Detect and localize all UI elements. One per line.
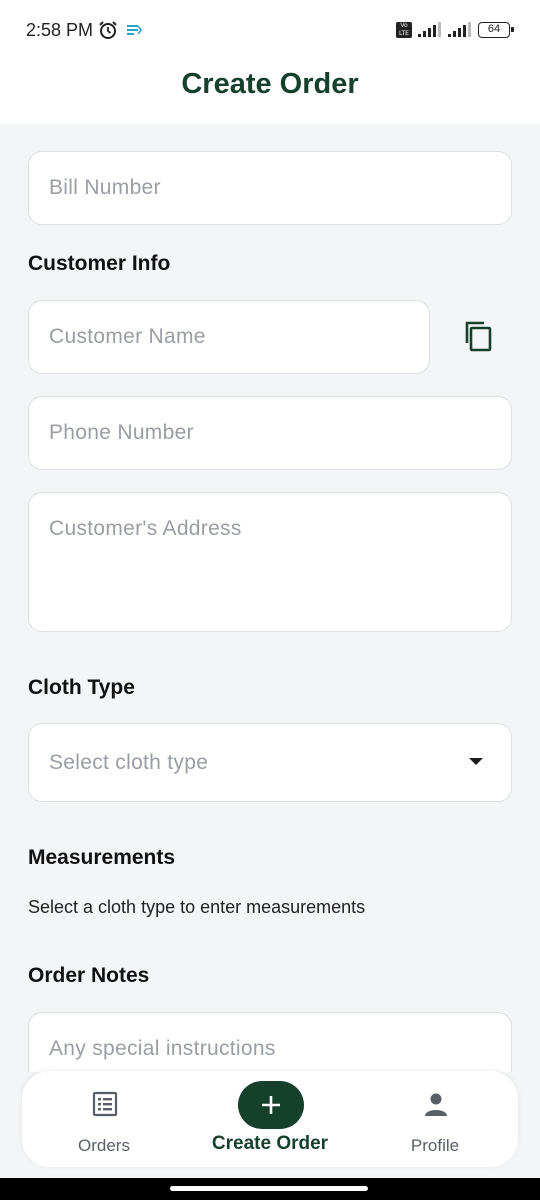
cloth-type-dropdown[interactable]: Select cloth type: [28, 723, 512, 802]
nav-label-create-order: Create Order: [211, 1133, 329, 1154]
bottom-navigation: Orders Create Order Profile: [22, 1071, 518, 1167]
cloth-type-placeholder: Select cloth type: [49, 751, 209, 774]
customer-address-field[interactable]: Customer's Address: [28, 492, 512, 632]
nav-label-orders: Orders: [78, 1136, 130, 1155]
order-notes-field[interactable]: Any special instructions: [28, 1012, 512, 1072]
copy-icon[interactable]: [462, 320, 496, 354]
app-header: Create Order: [0, 60, 540, 124]
alarm-icon: [99, 21, 117, 39]
list-icon: [92, 1091, 118, 1117]
phone-number-placeholder: Phone Number: [49, 421, 194, 444]
customer-info-heading: Customer Info: [28, 252, 171, 275]
nav-item-profile[interactable]: Profile: [355, 1071, 515, 1167]
home-gesture-handle[interactable]: [170, 1186, 368, 1191]
plus-icon: [262, 1096, 280, 1114]
bill-number-placeholder: Bill Number: [49, 176, 161, 199]
order-notes-heading: Order Notes: [28, 964, 150, 987]
customer-address-placeholder: Customer's Address: [49, 517, 242, 540]
system-gesture-bar: [0, 1178, 540, 1200]
status-bar: 2:58 PM Vo LTE 64: [0, 0, 540, 60]
bill-number-field[interactable]: Bill Number: [28, 151, 512, 225]
nav-item-orders[interactable]: Orders: [24, 1071, 184, 1167]
dropdown-arrow-icon: [469, 758, 483, 765]
battery-icon: 64: [478, 22, 514, 38]
order-notes-placeholder: Any special instructions: [49, 1037, 276, 1060]
nav-label-profile: Profile: [410, 1136, 460, 1155]
person-icon: [425, 1093, 447, 1116]
create-order-fab[interactable]: [238, 1081, 304, 1129]
customer-name-placeholder: Customer Name: [49, 325, 206, 348]
measurements-heading: Measurements: [28, 846, 176, 869]
cloth-type-heading: Cloth Type: [28, 676, 135, 699]
page-title: Create Order: [181, 68, 359, 100]
status-time: 2:58 PM: [26, 20, 94, 40]
nav-item-create-order[interactable]: Create Order: [190, 1071, 350, 1167]
volte-icon: Vo LTE: [396, 22, 412, 38]
data-transfer-icon: [127, 25, 142, 35]
phone-number-field[interactable]: Phone Number: [28, 396, 512, 470]
signal-icon-sim2: [448, 22, 471, 37]
measurements-hint: Select a cloth type to enter measurement…: [28, 897, 366, 917]
signal-icon-sim1: [418, 22, 441, 37]
status-icons: Vo LTE 64: [396, 20, 514, 40]
customer-name-field[interactable]: Customer Name: [28, 300, 430, 374]
